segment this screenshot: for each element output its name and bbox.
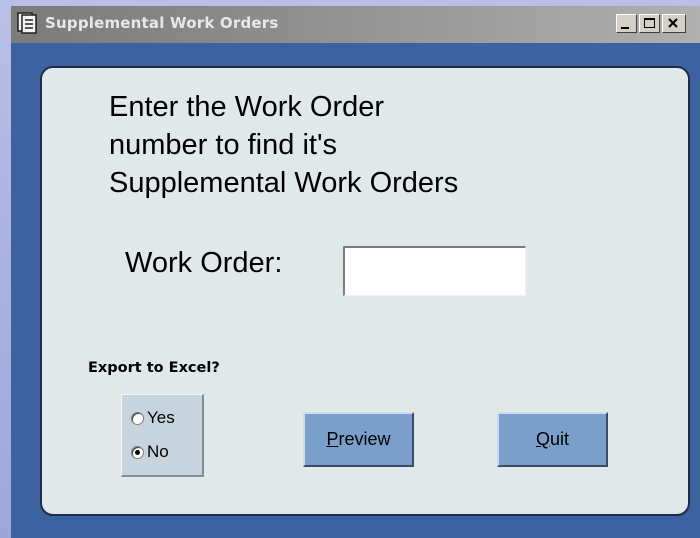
instruction-text: Enter the Work Order number to find it's… bbox=[109, 91, 459, 199]
close-icon bbox=[668, 18, 678, 28]
minimize-icon bbox=[621, 27, 629, 29]
radio-selected-dot bbox=[135, 449, 140, 455]
quit-label-rest: uit bbox=[550, 429, 570, 449]
radio-no-circle[interactable] bbox=[131, 445, 144, 459]
close-button[interactable] bbox=[662, 14, 686, 33]
radio-yes-label: Yes bbox=[147, 408, 175, 427]
radio-no-label: No bbox=[147, 442, 169, 461]
window-title: Supplemental Work Orders bbox=[45, 14, 279, 32]
work-order-input[interactable] bbox=[343, 246, 526, 296]
export-option-group: Yes No bbox=[121, 394, 204, 477]
minimize-button[interactable] bbox=[616, 14, 637, 33]
maximize-icon bbox=[644, 18, 655, 28]
preview-accel-key: P bbox=[326, 429, 339, 449]
export-to-excel-label: Export to Excel? bbox=[88, 360, 220, 376]
form-panel: Enter the Work Order number to find it's… bbox=[40, 66, 690, 516]
work-order-label: Work Order: bbox=[125, 247, 283, 279]
preview-button[interactable]: Preview bbox=[303, 412, 414, 467]
radio-no[interactable]: No bbox=[131, 441, 169, 463]
preview-label-rest: review bbox=[338, 429, 391, 449]
radio-yes[interactable]: Yes bbox=[131, 407, 175, 429]
app-window: Supplemental Work Orders Enter the Work … bbox=[11, 6, 700, 538]
quit-button[interactable]: Quit bbox=[497, 412, 608, 467]
form-icon bbox=[17, 12, 37, 34]
title-bar[interactable]: Supplemental Work Orders bbox=[11, 6, 700, 43]
radio-yes-circle[interactable] bbox=[131, 411, 144, 425]
quit-accel-key: Q bbox=[535, 429, 550, 449]
maximize-button[interactable] bbox=[639, 14, 660, 33]
